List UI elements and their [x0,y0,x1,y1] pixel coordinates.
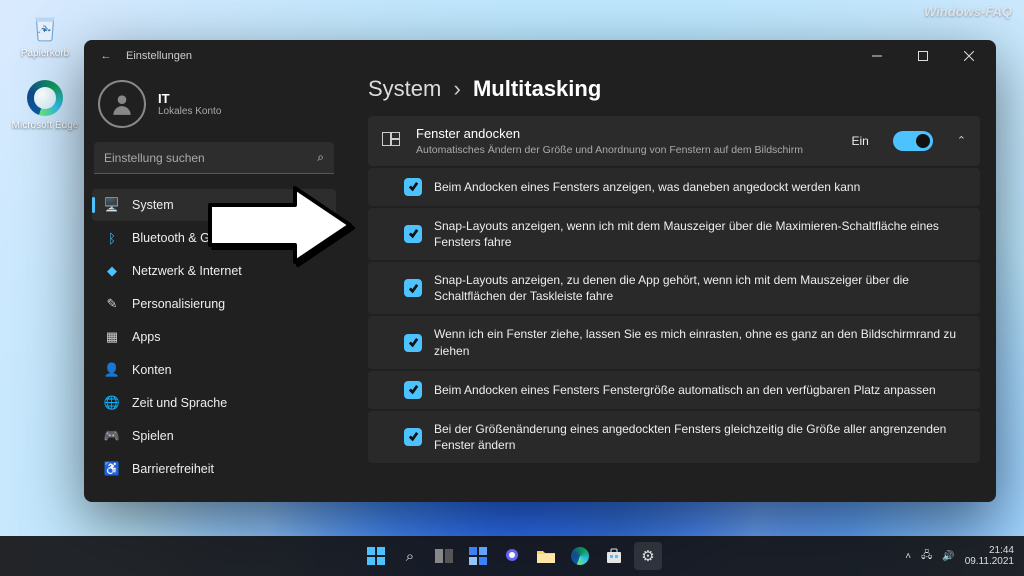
snap-option-1[interactable]: Snap-Layouts anzeigen, wenn ich mit dem … [368,208,980,260]
taskbar-search-icon[interactable]: ⌕ [396,542,424,570]
tray-network-icon[interactable]: 🖧 [921,548,932,565]
checkbox-icon[interactable] [404,178,422,196]
titlebar: ← Einstellungen [84,40,996,72]
recycle-bin-icon [27,8,63,44]
sidebar-item-konten[interactable]: 👤 Konten [92,354,336,386]
snap-option-2[interactable]: Snap-Layouts anzeigen, zu denen die App … [368,262,980,314]
search-input[interactable] [94,142,334,174]
option-label: Snap-Layouts anzeigen, wenn ich mit dem … [434,218,968,250]
toggle-label: Ein [851,134,868,148]
option-label: Snap-Layouts anzeigen, zu denen die App … [434,272,968,304]
chevron-right-icon: › [453,76,460,101]
nav-label: System [132,198,174,212]
panel-subtitle: Automatisches Ändern der Größe und Anord… [416,144,803,156]
sidebar-item-netzwerk-internet[interactable]: ◆ Netzwerk & Internet [92,255,336,287]
nav-label: Bluetooth & Geräte [132,231,238,245]
main: System › Multitasking Fenster andocken A… [344,72,996,502]
tray-volume-icon[interactable]: 🔊 [942,551,954,562]
profile-sub: Lokales Konto [158,106,221,117]
nav-icon: 👤 [104,362,120,378]
snap-option-0[interactable]: Beim Andocken eines Fensters anzeigen, w… [368,168,980,206]
sidebar-item-bluetooth-ger-te[interactable]: ᛒ Bluetooth & Geräte [92,222,336,254]
explorer-icon[interactable] [532,542,560,570]
nav-label: Netzwerk & Internet [132,264,242,278]
profile[interactable]: IT Lokales Konto [92,76,336,142]
desktop-icon-label: Papierkorb [10,48,80,59]
minimize-button[interactable] [854,40,900,72]
desktop-icon-recycle[interactable]: Papierkorb [10,8,80,59]
back-button[interactable]: ← [98,50,114,62]
sidebar-item-barrierefreiheit[interactable]: ♿ Barrierefreiheit [92,453,336,485]
settings-window: ← Einstellungen IT Lokales Konto ⌕ 🖥️ Sys… [84,40,996,502]
snap-option-3[interactable]: Wenn ich ein Fenster ziehe, lassen Sie e… [368,316,980,368]
option-label: Beim Andocken eines Fensters anzeigen, w… [434,179,860,195]
chat-icon[interactable] [498,542,526,570]
task-view-icon[interactable] [430,542,458,570]
nav-label: Apps [132,330,161,344]
search-icon: ⌕ [317,150,324,165]
nav-icon: ♿ [104,461,120,477]
nav-icon: ◆ [104,263,120,279]
nav-label: Spielen [132,429,174,443]
taskbar-settings-icon[interactable]: ⚙ [634,542,662,570]
clock-time: 21:44 [965,545,1014,557]
nav-label: Personalisierung [132,297,225,311]
taskbar: ⌕ ⚙ ˄ 🖧 🔊 21:44 09.11.2021 [0,536,1024,576]
close-button[interactable] [946,40,992,72]
settings-scroll[interactable]: Fenster andocken Automatisches Ändern de… [368,116,988,494]
breadcrumb: System › Multitasking [368,76,988,116]
checkbox-icon[interactable] [404,334,422,352]
search: ⌕ [94,142,334,174]
option-label: Bei der Größenänderung eines angedockten… [434,421,968,453]
widgets-icon[interactable] [464,542,492,570]
clock-date: 09.11.2021 [965,556,1014,568]
nav-icon: 🎮 [104,428,120,444]
nav-icon: 🖥️ [104,197,120,213]
edge-icon [27,80,63,116]
nav: 🖥️ System ᛒ Bluetooth & Geräte ◆ Netzwerk & I… [92,188,336,502]
checkbox-icon[interactable] [404,279,422,297]
nav-label: Barrierefreiheit [132,462,214,476]
sidebar: IT Lokales Konto ⌕ 🖥️ System ᛒ Bluetooth & … [84,72,344,502]
desktop-icon-label: Microsoft Edge [10,120,80,131]
avatar-icon [98,80,146,128]
taskbar-edge-icon[interactable] [566,542,594,570]
taskbar-clock[interactable]: 21:44 09.11.2021 [965,545,1014,568]
chevron-up-icon[interactable]: ⌃ [957,134,966,147]
snap-toggle[interactable] [893,131,933,151]
nav-icon: ✎ [104,296,120,312]
snap-windows-panel[interactable]: Fenster andocken Automatisches Ändern de… [368,116,980,166]
checkbox-icon[interactable] [404,428,422,446]
snap-icon [382,132,402,149]
maximize-button[interactable] [900,40,946,72]
option-label: Wenn ich ein Fenster ziehe, lassen Sie e… [434,326,968,358]
snap-options: Beim Andocken eines Fensters anzeigen, w… [368,168,980,464]
window-title: Einstellungen [126,50,192,62]
nav-icon: ▦ [104,329,120,345]
snap-option-5[interactable]: Bei der Größenänderung eines angedockten… [368,411,980,463]
tray-chevron-icon[interactable]: ˄ [905,551,911,562]
nav-icon: ᛒ [104,230,120,246]
nav-label: Konten [132,363,172,377]
panel-title: Fenster andocken [416,126,803,142]
start-button[interactable] [362,542,390,570]
breadcrumb-parent[interactable]: System [368,76,441,101]
option-label: Beim Andocken eines Fensters Fenstergröß… [434,382,936,398]
snap-option-4[interactable]: Beim Andocken eines Fensters Fenstergröß… [368,371,980,409]
breadcrumb-current: Multitasking [473,76,601,101]
checkbox-icon[interactable] [404,381,422,399]
sidebar-item-spielen[interactable]: 🎮 Spielen [92,420,336,452]
store-icon[interactable] [600,542,628,570]
nav-icon: 🌐 [104,395,120,411]
sidebar-item-system[interactable]: 🖥️ System [92,189,336,221]
desktop-icon-edge[interactable]: Microsoft Edge [10,80,80,131]
sidebar-item-personalisierung[interactable]: ✎ Personalisierung [92,288,336,320]
nav-label: Zeit und Sprache [132,396,227,410]
profile-name: IT [158,91,221,106]
sidebar-item-apps[interactable]: ▦ Apps [92,321,336,353]
checkbox-icon[interactable] [404,225,422,243]
watermark: Windows-FAQ [924,4,1012,19]
sidebar-item-zeit-und-sprache[interactable]: 🌐 Zeit und Sprache [92,387,336,419]
